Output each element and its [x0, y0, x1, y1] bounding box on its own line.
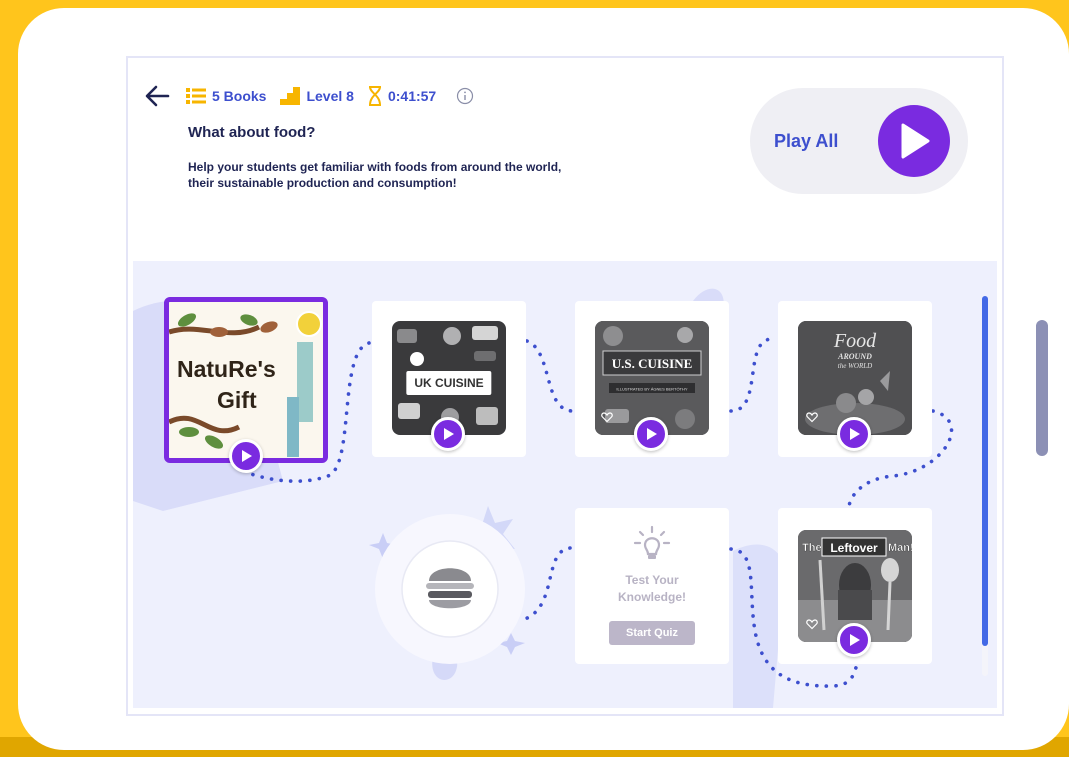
- play-icon: [242, 450, 252, 462]
- heart-icon[interactable]: [806, 411, 818, 423]
- level-indicator: Level 8: [280, 87, 354, 105]
- back-arrow-icon[interactable]: [144, 84, 170, 108]
- lightbulb-icon: [633, 525, 671, 559]
- leftover-man-title-man: Man!: [888, 542, 912, 554]
- play-button-us-cuisine[interactable]: [634, 417, 668, 451]
- play-button-food-around-the-world[interactable]: [837, 417, 871, 451]
- leftover-man-title-word: Leftover: [830, 541, 878, 555]
- leftover-man-title-the: The: [802, 542, 822, 554]
- natures-gift-title: NatuRe's: [177, 356, 276, 382]
- start-quiz-button[interactable]: Start Quiz: [609, 621, 695, 645]
- burger-award-icon: [426, 568, 474, 609]
- food-around-world-title: Food: [833, 330, 877, 352]
- header-stats: 5 Books Level 8 0:41:57: [144, 84, 474, 108]
- uk-cuisine-title: UK CUISINE: [406, 371, 492, 395]
- play-icon: [444, 428, 454, 440]
- scrollbar-thumb[interactable]: [982, 296, 988, 646]
- play-button-uk-cuisine[interactable]: [431, 417, 465, 451]
- quiz-line-1: Test Your: [625, 573, 679, 587]
- play-all-label: Play All: [774, 130, 839, 151]
- quiz-card: Test Your Knowledge! Start Quiz: [575, 508, 729, 664]
- quiz-prompt: Test Your Knowledge!: [575, 572, 729, 606]
- duration-indicator: 0:41:57: [368, 86, 436, 106]
- us-cuisine-illustrator: ILLUSTRATED BY ÁGNES BERTÓTHY: [616, 387, 687, 392]
- play-icon: [850, 634, 860, 646]
- level-steps-icon: [280, 87, 301, 105]
- food-around-world-subtitle: AROUND: [837, 352, 872, 361]
- books-count-label: 5 Books: [212, 88, 267, 104]
- play-icon: [901, 123, 930, 159]
- level-label: Level 8: [306, 88, 354, 104]
- play-button-leftover-man[interactable]: [837, 623, 871, 657]
- book-path-map: NatuRe's Gift UK CUISINE U.S. CUISINE IL…: [133, 261, 997, 708]
- duration-label: 0:41:57: [387, 88, 437, 104]
- play-icon: [850, 428, 860, 440]
- heart-icon[interactable]: [806, 618, 818, 630]
- list-icon: [186, 88, 206, 104]
- play-icon: [647, 428, 657, 440]
- us-cuisine-title: U.S. CUISINE: [612, 356, 693, 371]
- play-button-natures-gift[interactable]: [229, 439, 263, 473]
- natures-gift-subtitle: Gift: [217, 387, 257, 413]
- device-side-button: [1036, 320, 1048, 456]
- collection-title: What about food?: [188, 124, 316, 141]
- quiz-line-2: Knowledge!: [618, 590, 686, 604]
- food-around-world-subtitle2: the WORLD: [838, 362, 872, 370]
- play-all-circle: [878, 105, 950, 177]
- info-icon[interactable]: [456, 87, 474, 105]
- hourglass-icon: [368, 86, 381, 106]
- natures-gift-cover: NatuRe's Gift: [169, 302, 323, 458]
- books-count: 5 Books: [186, 87, 266, 105]
- collection-description: Help your students get familiar with foo…: [188, 160, 562, 190]
- heart-icon[interactable]: [601, 411, 613, 423]
- play-all-button[interactable]: Play All: [750, 88, 968, 194]
